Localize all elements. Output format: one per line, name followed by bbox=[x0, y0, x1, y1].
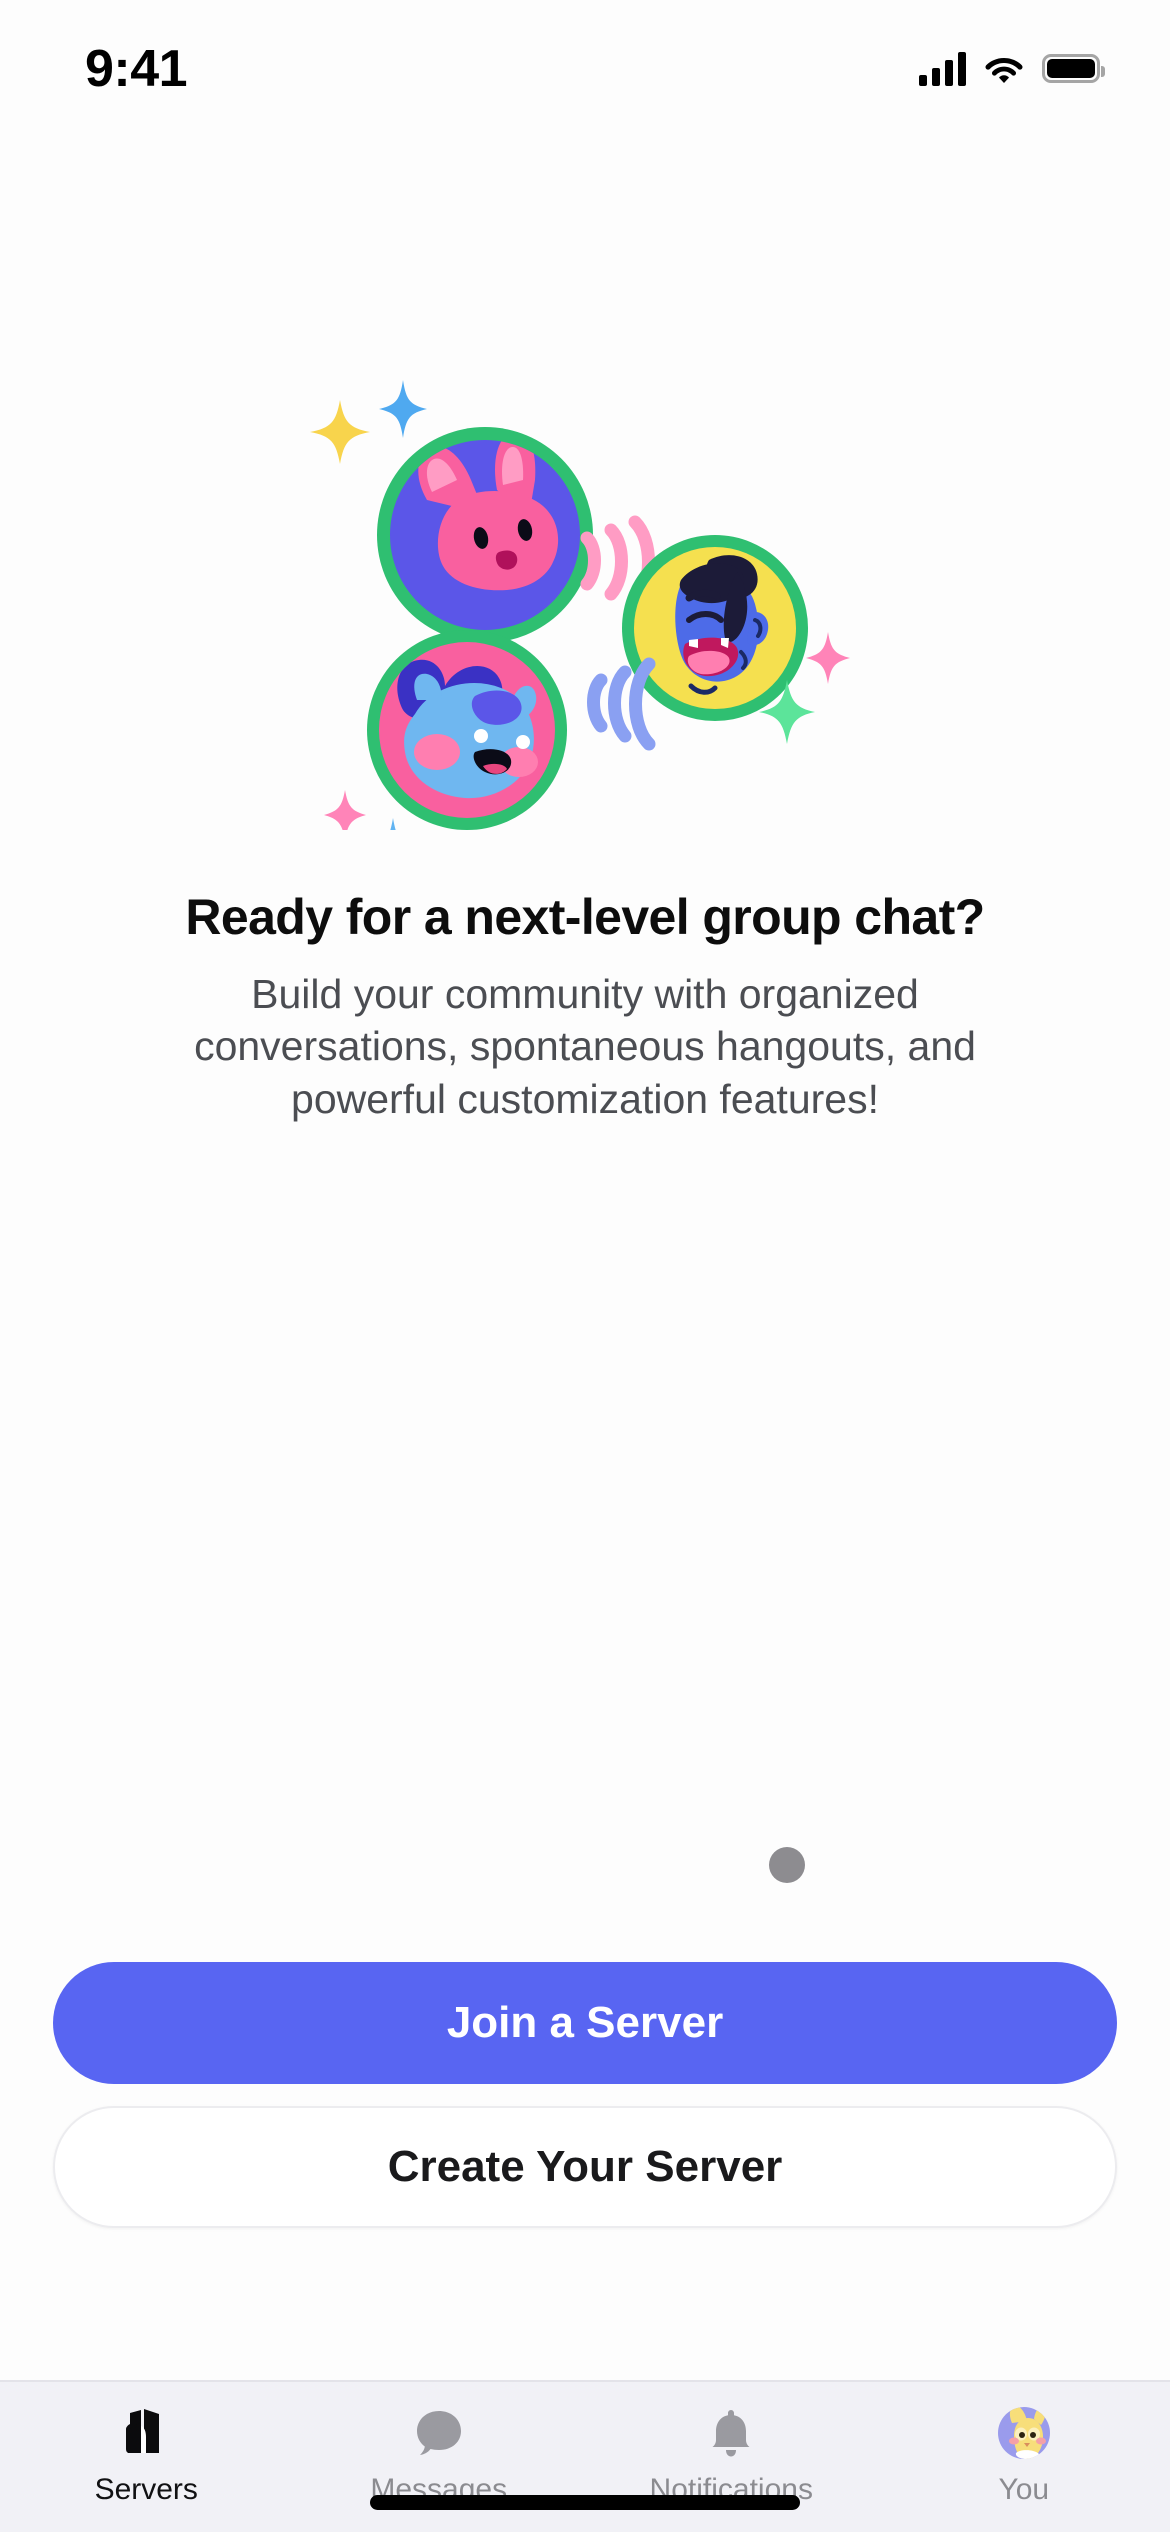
tab-servers-label: Servers bbox=[94, 2473, 198, 2506]
sparkle-pink-right-icon bbox=[806, 632, 850, 684]
sound-waves-blue bbox=[587, 657, 656, 751]
cta-button-group: Join a Server Create Your Server bbox=[0, 1962, 1170, 2228]
page-title: Ready for a next-level group chat? bbox=[185, 889, 985, 945]
group-chat-avatars-illustration bbox=[285, 380, 885, 830]
join-server-button[interactable]: Join a Server bbox=[53, 1962, 1117, 2084]
sparkle-blue-top-icon bbox=[379, 380, 427, 438]
page-description: Build your community with organized conv… bbox=[194, 971, 976, 1122]
user-avatar-icon bbox=[994, 2402, 1054, 2464]
create-server-button[interactable]: Create Your Server bbox=[53, 2106, 1117, 2228]
home-indicator[interactable] bbox=[370, 2495, 800, 2510]
bell-icon bbox=[701, 2402, 761, 2464]
sparkle-yellow-icon bbox=[310, 400, 370, 464]
status-bar-time: 9:41 bbox=[85, 39, 188, 98]
avatar-person bbox=[622, 535, 808, 721]
app-screen: 9:41 Ready for a next-level group chat? … bbox=[0, 0, 1170, 2532]
pagination-dots bbox=[0, 1847, 1170, 1883]
servers-icon bbox=[116, 2402, 176, 2464]
tab-servers[interactable]: Servers bbox=[0, 2402, 293, 2507]
onboarding-content: Ready for a next-level group chat? Build… bbox=[0, 125, 1170, 2380]
tab-messages[interactable]: Messages bbox=[293, 2402, 586, 2507]
pagination-dot-active[interactable] bbox=[769, 1847, 805, 1883]
signal-bars-icon bbox=[919, 51, 966, 86]
sparkle-blue-bottom-icon bbox=[390, 818, 396, 830]
tab-you[interactable]: You bbox=[878, 2402, 1170, 2507]
battery-full-icon bbox=[1042, 54, 1105, 83]
tab-notifications[interactable]: Notifications bbox=[585, 2402, 878, 2507]
tab-you-label: You bbox=[998, 2473, 1050, 2506]
status-bar: 9:41 bbox=[0, 0, 1170, 125]
wifi-icon bbox=[985, 57, 1023, 83]
messages-icon bbox=[409, 2402, 469, 2464]
status-bar-indicators bbox=[919, 51, 1105, 86]
sparkle-pink-left-icon bbox=[324, 790, 366, 830]
avatar-cat bbox=[367, 630, 567, 830]
avatar-bunny bbox=[377, 427, 593, 643]
